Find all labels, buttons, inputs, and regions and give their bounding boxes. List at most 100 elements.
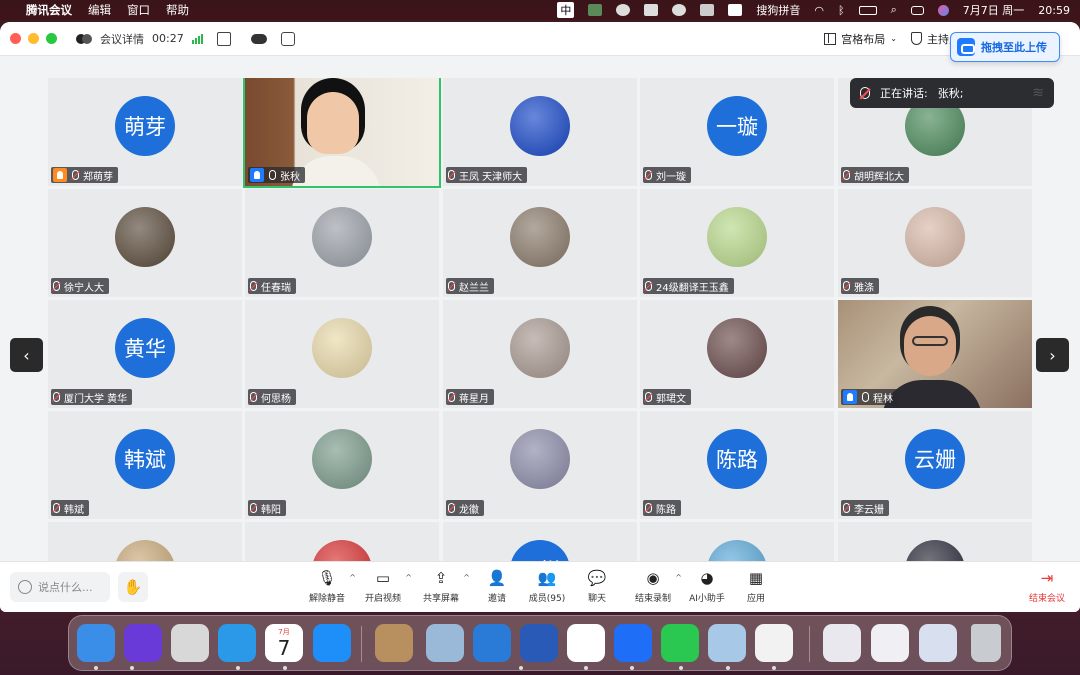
dock-wechat-icon[interactable]	[661, 624, 699, 662]
siri-menubar-icon[interactable]	[937, 4, 949, 16]
battery-icon[interactable]	[858, 5, 877, 15]
dock-word-icon[interactable]	[520, 624, 558, 662]
dock-trash-icon[interactable]	[971, 624, 1001, 662]
vpn-tray-icon[interactable]	[700, 4, 715, 16]
participant-tile[interactable]: 程林	[838, 300, 1032, 408]
end-meeting-button[interactable]: ⇥ 结束会议	[1022, 569, 1072, 609]
dock-tencent-meeting-icon[interactable]	[614, 624, 652, 662]
wifi-icon[interactable]: ◠	[814, 4, 824, 17]
mic-on-icon	[862, 392, 869, 402]
spotlight-search-icon[interactable]: ⌕	[891, 3, 897, 17]
participant-tile[interactable]: 韩斌 韩斌	[48, 411, 242, 519]
participant-tile[interactable]: 韩阳	[245, 411, 439, 519]
baidu-netdisk-tray-icon[interactable]	[672, 4, 687, 16]
participant-tile[interactable]: 龙徽	[443, 411, 637, 519]
chat-button[interactable]: 💬 聊天	[572, 569, 622, 609]
translate-icon[interactable]	[280, 31, 295, 46]
zoom-window-button[interactable]	[46, 33, 57, 44]
apps-button[interactable]: ▦ 应用	[731, 569, 781, 609]
mic-off-icon	[645, 392, 652, 402]
ime-label[interactable]: 搜狗拼音	[756, 2, 800, 18]
dock-zhiyun-icon[interactable]	[473, 624, 511, 662]
dock-minimized-window-3-icon[interactable]	[919, 624, 957, 662]
signal-strength-icon[interactable]	[191, 33, 203, 44]
caret-up-icon[interactable]: ^	[675, 573, 682, 582]
raise-hand-button[interactable]: ✋	[118, 572, 148, 602]
dock-chrome-icon[interactable]	[755, 624, 793, 662]
participant-nametag: 雅涤	[841, 278, 879, 294]
mic-off-icon	[53, 281, 60, 291]
menu-edit[interactable]: 编辑	[88, 2, 111, 18]
record-button[interactable]: ◉ 结束录制 ^	[628, 569, 682, 609]
popout-icon[interactable]	[216, 31, 231, 46]
mic-off-icon	[250, 281, 257, 291]
next-page-button[interactable]: ›	[1036, 338, 1069, 372]
participant-tile[interactable]: 张秋	[243, 78, 441, 188]
menu-window[interactable]: 窗口	[127, 2, 150, 18]
caret-up-icon[interactable]: ^	[405, 573, 412, 582]
meeting-details-link[interactable]: 会议详情	[100, 31, 144, 47]
input-source-indicator[interactable]: 中	[557, 2, 575, 18]
control-center-icon[interactable]	[910, 5, 924, 15]
menubar-time[interactable]: 20:59	[1038, 4, 1070, 17]
invite-button[interactable]: 👤 邀请	[472, 569, 522, 609]
participant-tile[interactable]: 何思杨	[245, 300, 439, 408]
participant-tile[interactable]: 24级翻译王玉鑫	[640, 189, 834, 297]
prev-page-button[interactable]: ‹	[10, 338, 43, 372]
dock-minimized-window-2-icon[interactable]	[871, 624, 909, 662]
drag-upload-chip[interactable]: 拖拽至此上传	[950, 32, 1060, 62]
dock-launchpad-icon[interactable]	[171, 624, 209, 662]
layout-label: 宫格布局	[841, 32, 886, 46]
participant-tile[interactable]: 云姗 李云姗	[838, 411, 1032, 519]
participant-tile[interactable]: 蒋星月	[443, 300, 637, 408]
menubar-date[interactable]: 7月7日 周一	[963, 2, 1025, 18]
menu-help[interactable]: 帮助	[166, 2, 189, 18]
dock-archive-utility-icon[interactable]	[375, 624, 413, 662]
participant-nametag: 程林	[841, 389, 898, 405]
participant-tile[interactable]: 雅涤	[838, 189, 1032, 297]
participant-tile[interactable]: 任春瑞	[245, 189, 439, 297]
dock-finder-icon[interactable]	[77, 624, 115, 662]
participant-tile[interactable]: 陈路 陈路	[640, 411, 834, 519]
participant-tile[interactable]: 赵兰兰	[443, 189, 637, 297]
participant-tile[interactable]: 一璇 刘一璇	[640, 78, 834, 186]
sogou-ime-icon[interactable]	[728, 4, 743, 16]
participant-tile[interactable]: 郭珺文	[640, 300, 834, 408]
dock-app-store-icon[interactable]	[313, 624, 351, 662]
tray-app-icon[interactable]	[588, 4, 603, 16]
tencent-meeting-tray-icon[interactable]	[644, 4, 659, 16]
participant-nametag: 胡明辉北大	[841, 167, 909, 183]
caret-up-icon[interactable]: ^	[463, 573, 470, 582]
dock-minimized-window-1-icon[interactable]	[823, 624, 861, 662]
caret-up-icon[interactable]: ^	[349, 573, 356, 582]
bluetooth-icon[interactable]: ᛒ	[838, 4, 845, 17]
emoji-icon[interactable]	[18, 580, 32, 594]
quick-chat-input[interactable]: 说点什么...	[10, 572, 110, 602]
close-window-button[interactable]	[10, 33, 21, 44]
participant-tile[interactable]: 黄华 厦门大学 黄华	[48, 300, 242, 408]
participant-name: 韩斌	[64, 504, 84, 516]
ai-assistant-button[interactable]: ◕ AI小助手	[682, 569, 732, 609]
menu-app-name[interactable]: 腾讯会议	[26, 2, 72, 18]
dock-calendar-icon[interactable]: 7月 7	[265, 624, 303, 662]
dock-anime-app-icon[interactable]	[708, 624, 746, 662]
dock-baidu-netdisk-icon[interactable]	[567, 624, 605, 662]
baidu-netdisk-icon	[957, 38, 975, 56]
mic-off-button[interactable]: 🎙 解除静音 ^	[302, 569, 356, 609]
participant-tile[interactable]: 萌芽 郑萌芽	[48, 78, 242, 186]
dock-siri-icon[interactable]	[124, 624, 162, 662]
minimize-window-button[interactable]	[28, 33, 39, 44]
share-screen-button[interactable]: ⇪ 共享屏幕 ^	[416, 569, 470, 609]
participant-tile[interactable]: 王凤 天津师大	[443, 78, 637, 186]
video-off-button[interactable]: ▭ 开启视频 ^	[358, 569, 412, 609]
dock-safari-icon[interactable]	[218, 624, 256, 662]
layout-switcher[interactable]: 宫格布局 ⌄	[824, 31, 897, 47]
dock-preview-icon[interactable]	[426, 624, 464, 662]
wechat-tray-icon[interactable]	[616, 4, 631, 16]
participant-tile[interactable]: 徐宁人大	[48, 189, 242, 297]
participant-nametag: 韩斌	[51, 500, 89, 516]
mic-off-icon	[645, 281, 652, 291]
ai-assistant-icon: ◕	[700, 569, 714, 587]
members-button[interactable]: 👥 成员(95)	[522, 569, 572, 609]
cloud-record-icon[interactable]	[250, 33, 267, 44]
